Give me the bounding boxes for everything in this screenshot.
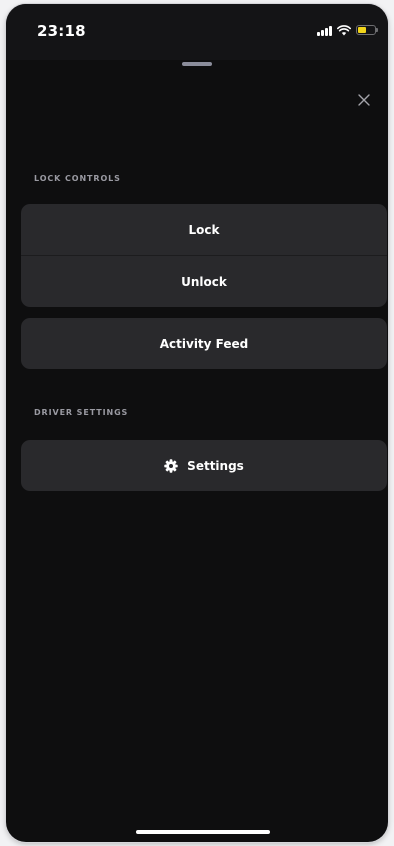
activity-feed-label: Activity Feed: [159, 336, 249, 351]
status-bar: 23:18: [6, 4, 388, 56]
unlock-label: Unlock: [181, 274, 227, 289]
lock-controls-group: Lock Unlock: [21, 204, 387, 307]
lock-label: Lock: [188, 222, 220, 237]
battery-icon: [356, 25, 378, 35]
unlock-button[interactable]: Unlock: [21, 255, 387, 307]
lock-controls-heading: LOCK CONTROLS: [34, 174, 121, 183]
phone-screen: 23:18 LOCK CONTROLS Lock Unlock Activity…: [6, 4, 388, 842]
settings-label: Settings: [187, 458, 244, 473]
activity-feed-group: Activity Feed: [21, 318, 387, 369]
gear-icon: [164, 458, 178, 473]
close-button[interactable]: [352, 88, 376, 112]
driver-settings-group: Settings: [21, 440, 387, 491]
lock-button[interactable]: Lock: [21, 204, 387, 255]
status-time: 23:18: [37, 22, 86, 40]
driver-settings-heading: DRIVER SETTINGS: [34, 408, 129, 417]
battery-cap: [376, 28, 378, 32]
battery-level: [358, 27, 366, 33]
sheet-grabber[interactable]: [182, 62, 212, 66]
wifi-icon: [337, 24, 351, 36]
status-icons: [317, 24, 378, 36]
cellular-signal-icon: [317, 25, 332, 36]
settings-button[interactable]: Settings: [21, 440, 387, 491]
activity-feed-button[interactable]: Activity Feed: [21, 318, 387, 369]
home-indicator[interactable]: [136, 830, 270, 834]
close-icon: [358, 94, 370, 106]
